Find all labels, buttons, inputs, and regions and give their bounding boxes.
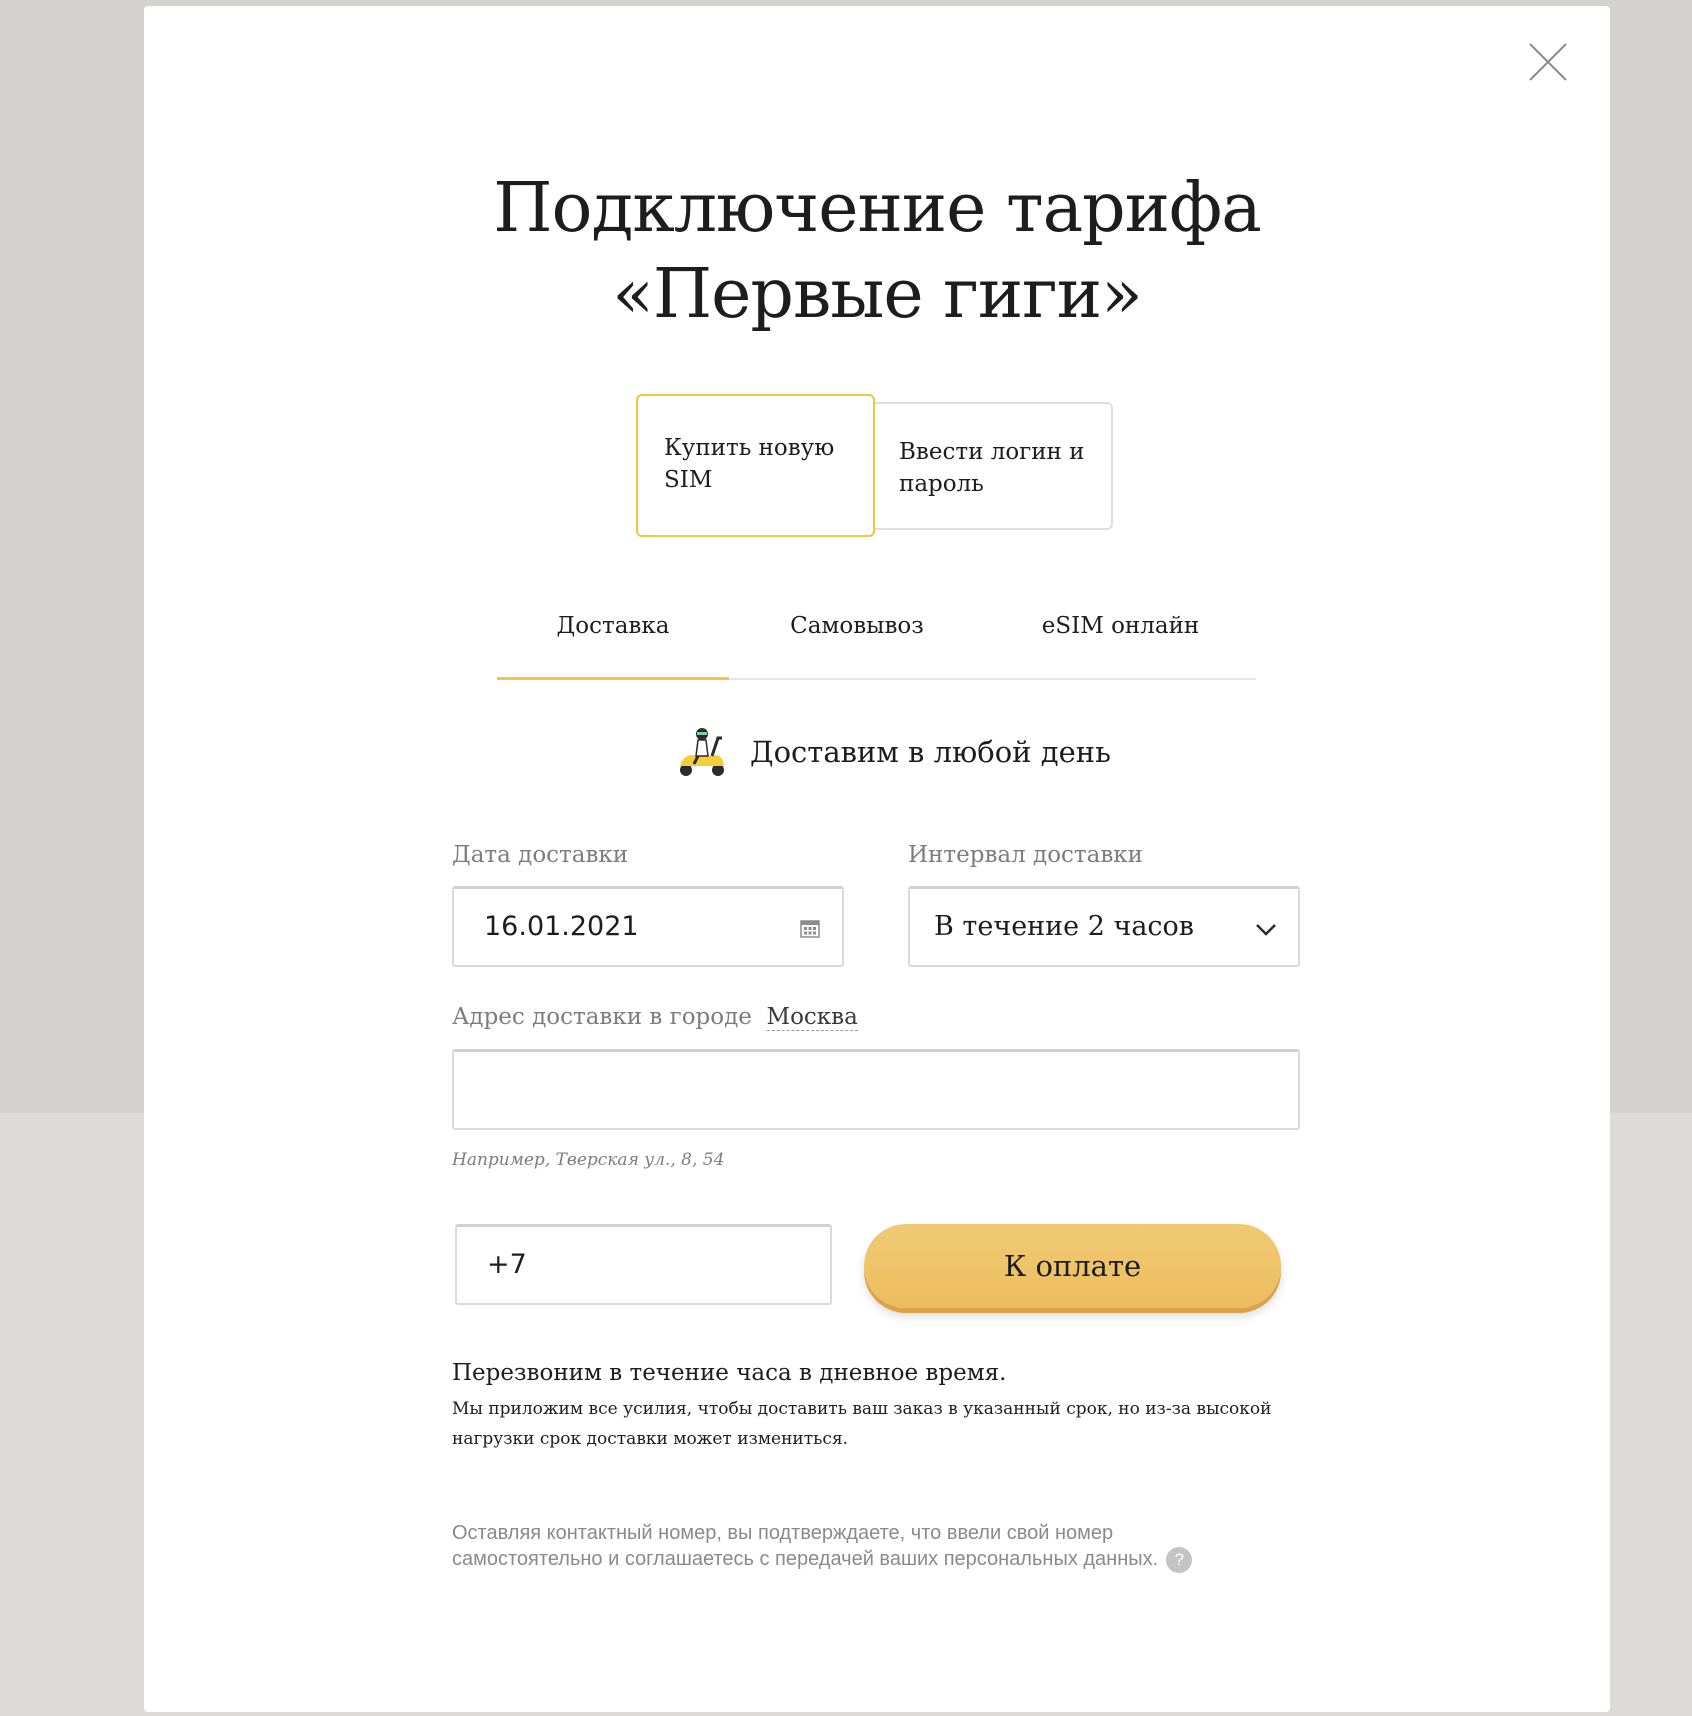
address-input[interactable]: [452, 1049, 1300, 1130]
delivery-date-value: 16.01.2021: [484, 911, 639, 942]
close-icon[interactable]: [1528, 42, 1568, 82]
tab-pickup[interactable]: Самовывоз: [729, 600, 985, 678]
title-line-2: «Первые гиги»: [612, 255, 1142, 334]
consent-notice: Оставляя контактный номер, вы подтвержда…: [452, 1520, 1232, 1573]
buy-new-sim-label: Купить новую SIM: [664, 435, 835, 493]
callback-text: Мы приложим все усилия, чтобы доставить …: [452, 1399, 1272, 1449]
address-label-text: Адрес доставки в городе: [452, 1004, 752, 1030]
tab-delivery[interactable]: Доставка: [497, 600, 729, 680]
date-label: Дата доставки: [452, 842, 629, 868]
promo-text: Доставим в любой день: [750, 735, 1111, 769]
consent-text: Оставляя контактный номер, вы подтвержда…: [452, 1522, 1159, 1570]
tab-esim-online[interactable]: eSIM онлайн: [985, 600, 1256, 678]
tariff-modal: Подключение тарифа «Первые гиги» Купить …: [144, 6, 1610, 1712]
phone-input[interactable]: +7: [455, 1224, 832, 1305]
buy-new-sim-option[interactable]: Купить новую SIM: [636, 394, 875, 537]
delivery-promo: Доставим в любой день: [672, 722, 1111, 782]
delivery-tabs: Доставка Самовывоз eSIM онлайн: [497, 600, 1256, 680]
address-label: Адрес доставки в городе Москва: [452, 1004, 858, 1031]
interval-label: Интервал доставки: [908, 842, 1144, 868]
city-selector-link[interactable]: Москва: [766, 1004, 858, 1031]
delivery-date-field[interactable]: 16.01.2021: [452, 886, 844, 967]
calendar-icon[interactable]: [800, 919, 820, 939]
callback-title: Перезвоним в течение часа в дневное врем…: [452, 1360, 1007, 1386]
address-hint: Например, Тверская ул., 8, 54: [452, 1150, 725, 1170]
login-password-label: Ввести логин и пароль: [899, 439, 1085, 497]
scooter-icon: [680, 728, 724, 776]
title-line-1: Подключение тарифа: [493, 169, 1262, 248]
delivery-interval-value: В течение 2 часов: [934, 911, 1195, 942]
modal-title: Подключение тарифа «Первые гиги»: [144, 166, 1610, 338]
phone-value: +7: [487, 1249, 527, 1280]
login-password-option[interactable]: Ввести логин и пароль: [873, 402, 1113, 530]
delivery-interval-select[interactable]: В течение 2 часов: [908, 886, 1300, 967]
chevron-down-icon: [1256, 924, 1276, 936]
help-icon[interactable]: ?: [1166, 1546, 1193, 1573]
to-payment-button[interactable]: К оплате: [864, 1224, 1281, 1308]
